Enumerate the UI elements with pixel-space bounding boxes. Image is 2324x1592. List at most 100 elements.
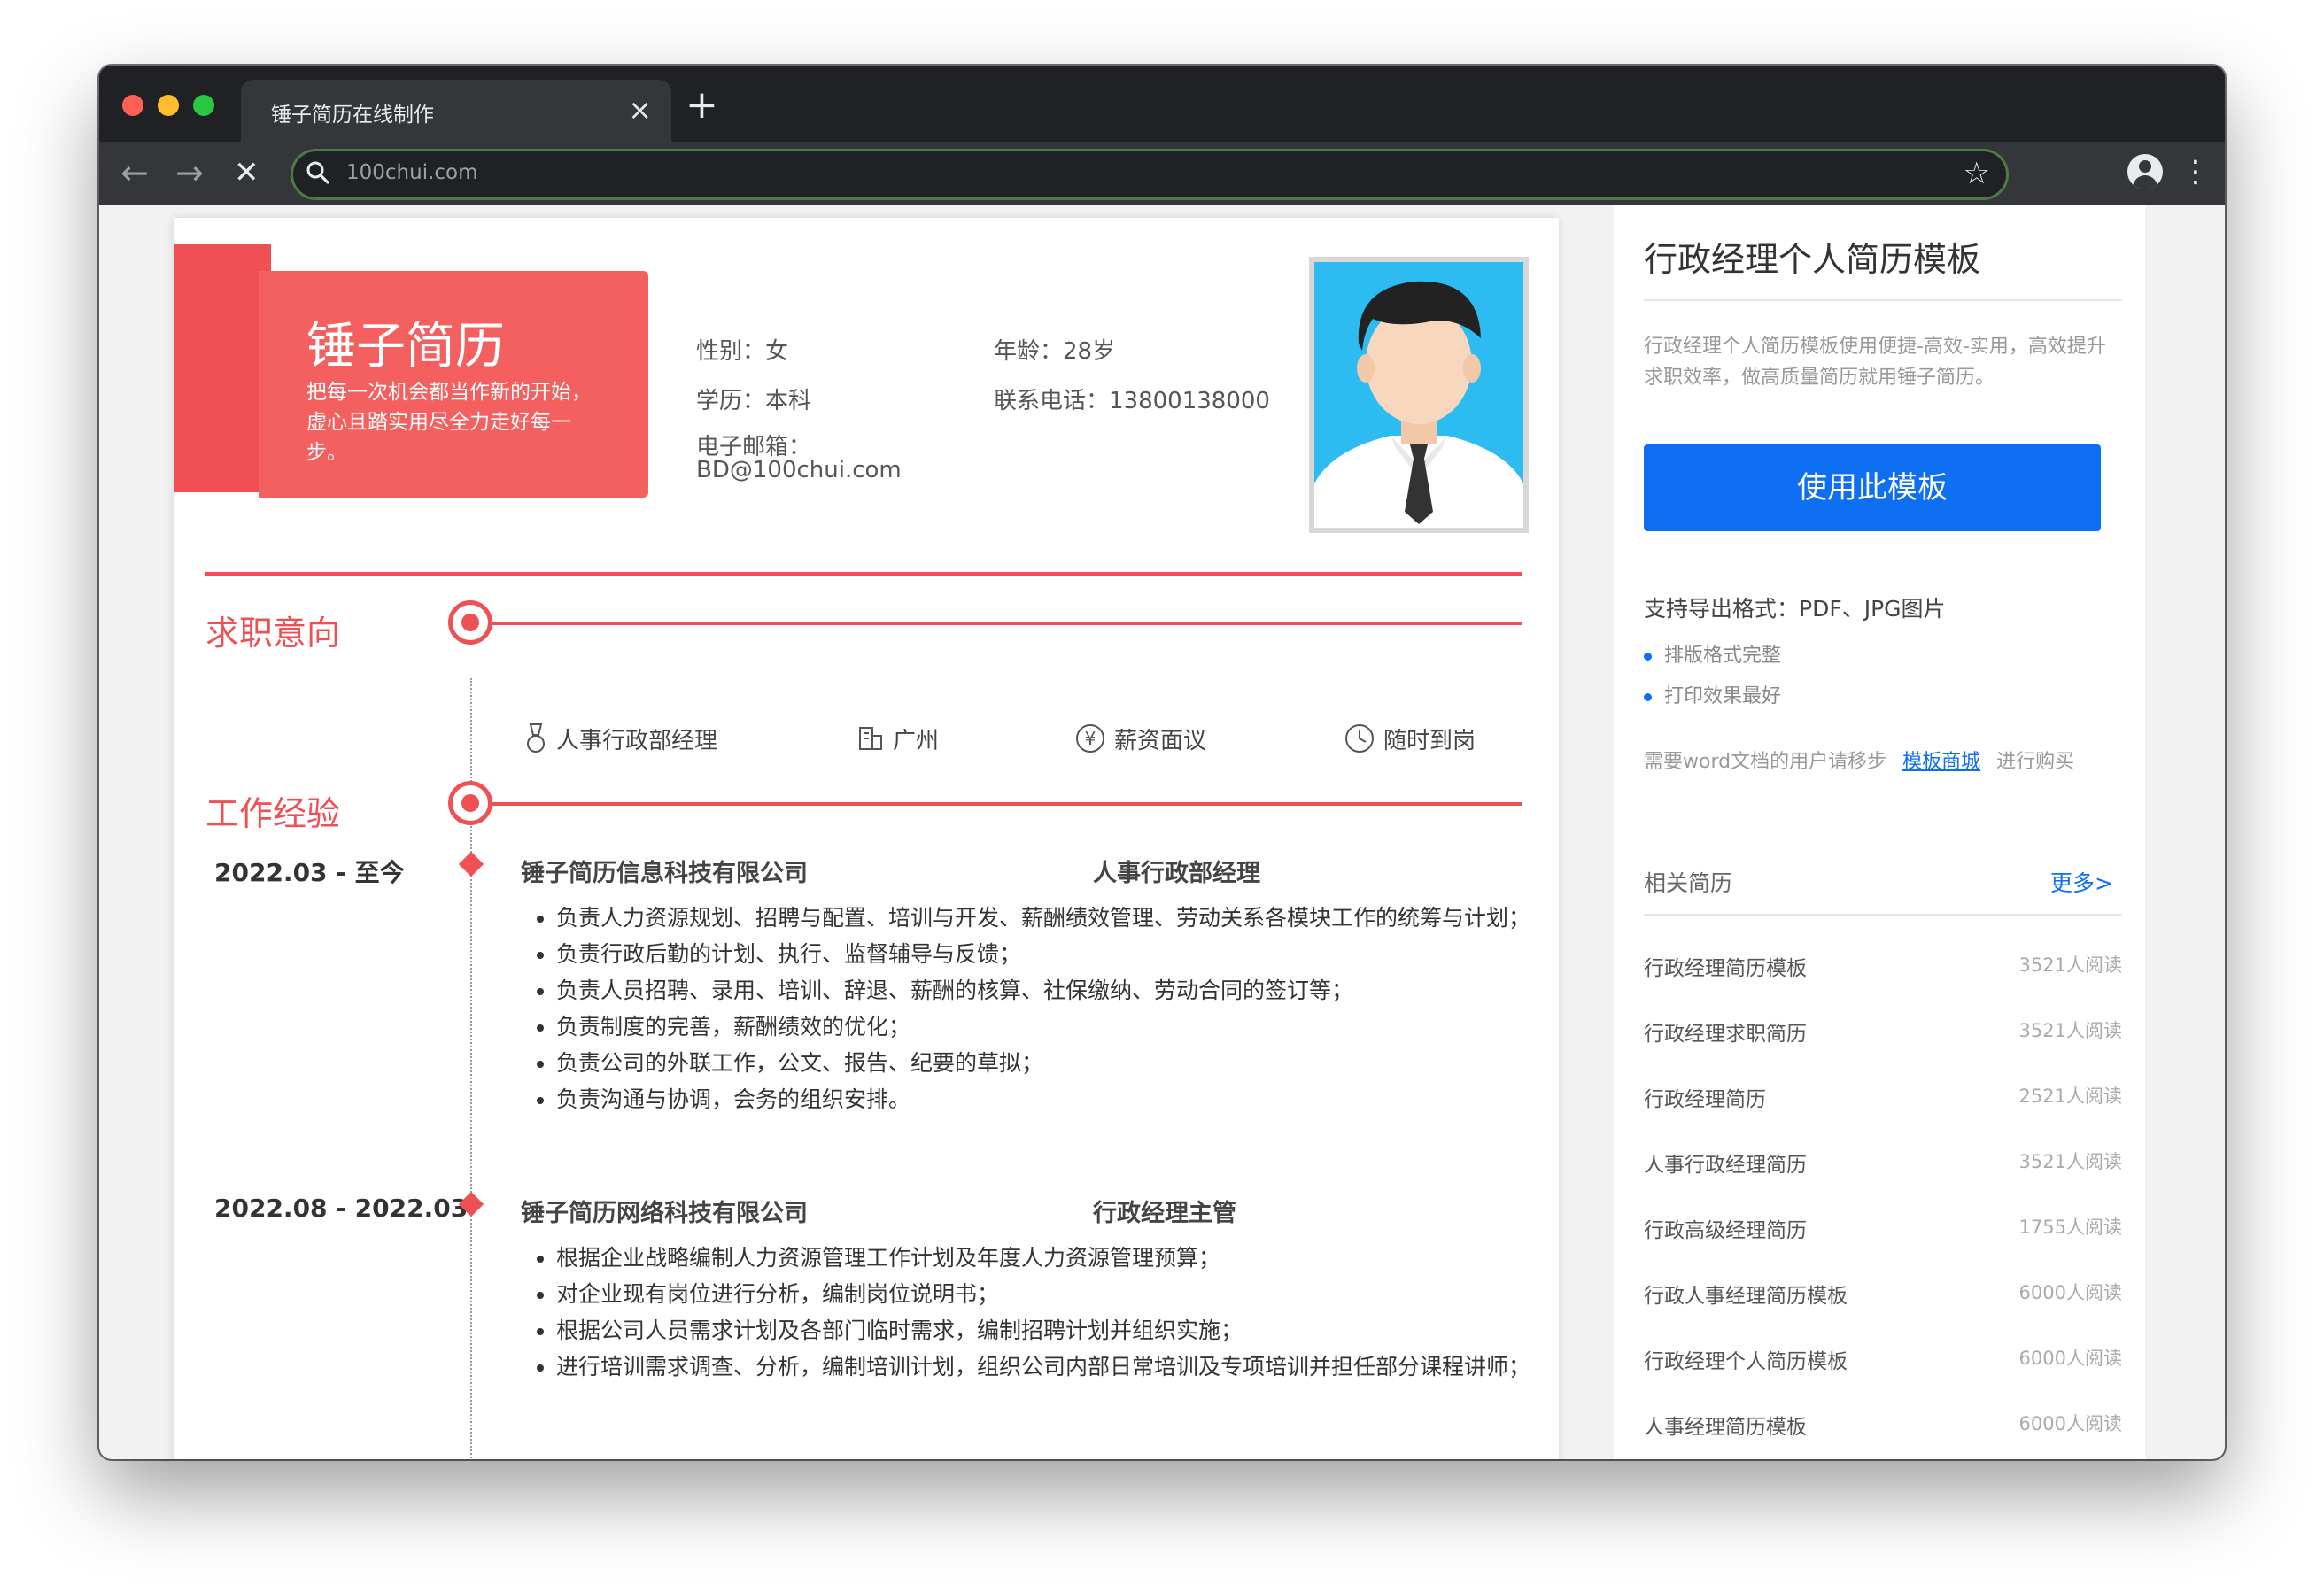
related-item-name[interactable]: 行政人事经理简历模板	[1644, 1279, 1848, 1309]
experience-date: 2022.03 - 至今	[214, 858, 405, 887]
related-item-name[interactable]: 行政高级经理简历	[1644, 1213, 1807, 1243]
word-note-post: 进行购买	[1996, 751, 2075, 773]
more-link[interactable]: 更多>	[2050, 866, 2113, 898]
browser-tab[interactable]: 锤子简历在线制作 ×	[241, 80, 671, 142]
browser-window: 锤子简历在线制作 × + ← → ✕ 100chui.com ☆ ⋮ 锤子简历 …	[99, 66, 2225, 1459]
template-title: 行政经理个人简历模板	[1644, 240, 1981, 279]
feature-item: 打印效果最好	[1644, 680, 1781, 708]
related-item-count: 3521人阅读	[2018, 1151, 2122, 1172]
intent-city: 广州	[857, 723, 939, 758]
duty-item: 进行培训需求调查、分析，编制培训计划，组织公司内部日常培训及专项培训并担任部分课…	[556, 1349, 1541, 1385]
header-divider	[205, 572, 1522, 576]
experience-role: 人事行政部经理	[1093, 860, 1260, 887]
experience-date: 2022.08 - 2022.03	[214, 1194, 469, 1223]
info-email: BD@100chui.com	[696, 457, 902, 483]
stop-loading-icon[interactable]: ✕	[234, 151, 260, 195]
intent-position: 人事行政部经理	[524, 723, 717, 761]
related-item-name[interactable]: 行政经理个人简历模板	[1644, 1344, 1848, 1374]
svg-text:¥: ¥	[1085, 728, 1096, 749]
diamond-icon	[458, 851, 484, 877]
related-item-name[interactable]: 行政经理简历	[1644, 1082, 1766, 1112]
intent-availability-label: 随时到岗	[1383, 728, 1476, 754]
duty-item: 负责公司的外联工作，公文、报告、纪要的草拟；	[556, 1045, 1541, 1081]
address-bar[interactable]: 100chui.com ☆	[290, 149, 2009, 200]
profile-photo	[1309, 257, 1529, 533]
duty-item: 负责人员招聘、录用、培训、辞退、薪酬的核算、社保缴纳、劳动合同的签订等；	[556, 972, 1541, 1009]
related-item[interactable]: 行政经理求职简历 3521人阅读	[1644, 1016, 2122, 1052]
duty-item: 根据公司人员需求计划及各部门临时需求，编制招聘计划并组织实施；	[556, 1312, 1541, 1349]
related-item[interactable]: 行政经理个人简历模板 6000人阅读	[1644, 1344, 2122, 1379]
use-template-button[interactable]: 使用此模板	[1644, 444, 2101, 531]
bullet-dot-icon	[1644, 652, 1652, 661]
section-title-intent: 求职意向	[205, 614, 341, 653]
bookmark-star-icon[interactable]: ☆	[1964, 155, 1990, 192]
tab-close-icon[interactable]: ×	[628, 92, 652, 128]
search-icon	[306, 160, 330, 189]
header-ribbon-back	[174, 244, 271, 492]
resume-brand: 锤子简历	[306, 318, 505, 375]
template-description: 行政经理个人简历模板使用便捷-高效-实用，高效提升求职效率，做高质量简历就用锤子…	[1644, 336, 2106, 389]
related-item[interactable]: 行政经理简历模板 3521人阅读	[1644, 951, 2122, 986]
tab-bar: 锤子简历在线制作 × +	[99, 66, 2225, 142]
related-item[interactable]: 行政经理简历 2521人阅读	[1644, 1082, 2122, 1117]
intent-availability: 随时到岗	[1344, 723, 1476, 760]
intent-salary-label: 薪资面议	[1114, 728, 1207, 754]
close-window-button[interactable]	[122, 95, 143, 116]
related-item-count: 3521人阅读	[2018, 954, 2122, 976]
info-phone: 联系电话：13800138000	[994, 388, 1270, 414]
related-item-count: 6000人阅读	[2018, 1282, 2122, 1303]
feature-label: 排版格式完整	[1664, 645, 1782, 667]
clock-icon	[1344, 723, 1375, 760]
page-content: 锤子简历 把每一次机会都当作新的开始，虚心且踏实用尽全力走好每一步。 性别：女 …	[99, 205, 2225, 1459]
duty-item: 负责人力资源规划、招聘与配置、培训与开发、薪酬绩效管理、劳动关系各模块工作的统筹…	[556, 900, 1541, 936]
section-line-intent	[492, 622, 1522, 625]
word-note-pre: 需要word文档的用户请移步	[1644, 751, 1887, 773]
word-doc-note: 需要word文档的用户请移步 模板商城 进行购买	[1644, 746, 2074, 774]
related-item-count: 6000人阅读	[2018, 1413, 2122, 1434]
resume-slogan: 把每一次机会都当作新的开始，虚心且踏实用尽全力走好每一步。	[306, 381, 592, 464]
resume-preview: 锤子简历 把每一次机会都当作新的开始，虚心且踏实用尽全力走好每一步。 性别：女 …	[174, 218, 1559, 1459]
duty-item: 负责行政后勤的计划、执行、监督辅导与反馈；	[556, 936, 1541, 972]
account-icon[interactable]	[2127, 154, 2163, 189]
maximize-window-button[interactable]	[193, 95, 214, 116]
related-item-count: 1755人阅读	[2018, 1217, 2122, 1238]
info-age: 年龄：28岁	[994, 338, 1116, 365]
related-item-name[interactable]: 人事经理简历模板	[1644, 1410, 1807, 1440]
building-icon	[857, 725, 884, 758]
template-mall-link[interactable]: 模板商城	[1902, 751, 1980, 773]
forward-arrow-icon[interactable]: →	[175, 151, 204, 195]
info-gender: 性别：女	[696, 338, 789, 365]
sidebar-divider	[1644, 299, 2122, 301]
duty-item: 根据企业战略编制人力资源管理工作计划及年度人力资源管理预算；	[556, 1240, 1541, 1276]
intent-salary: ¥ 薪资面议	[1075, 723, 1206, 760]
experience-duties: 根据企业战略编制人力资源管理工作计划及年度人力资源管理预算； 对企业现有岗位进行…	[521, 1240, 1541, 1385]
related-item-name[interactable]: 行政经理求职简历	[1644, 1016, 1807, 1047]
experience-duties: 负责人力资源规划、招聘与配置、培训与开发、薪酬绩效管理、劳动关系各模块工作的统筹…	[521, 900, 1541, 1117]
experience-company: 锤子简历信息科技有限公司	[521, 860, 808, 887]
bullet-dot-icon	[1644, 692, 1652, 701]
related-item[interactable]: 行政高级经理简历 1755人阅读	[1644, 1213, 2122, 1248]
template-sidebar: 行政经理个人简历模板 行政经理个人简历模板使用便捷-高效-实用，高效提升求职效率…	[1614, 205, 2145, 1459]
duty-item: 负责制度的完善，薪酬绩效的优化；	[556, 1009, 1541, 1045]
minimize-window-button[interactable]	[158, 95, 179, 116]
medal-icon	[524, 723, 547, 761]
url-text[interactable]: 100chui.com	[346, 161, 478, 184]
related-item-name[interactable]: 行政经理简历模板	[1644, 951, 1807, 981]
related-item-count: 2521人阅读	[2018, 1086, 2122, 1107]
info-education: 学历：本科	[696, 388, 812, 414]
related-item[interactable]: 行政人事经理简历模板 6000人阅读	[1644, 1279, 2122, 1314]
target-icon	[448, 600, 492, 645]
related-item-name[interactable]: 人事行政经理简历	[1644, 1148, 1807, 1178]
yuan-icon: ¥	[1075, 723, 1105, 760]
related-item[interactable]: 人事经理简历模板 6000人阅读	[1644, 1410, 2122, 1445]
section-line-experience	[492, 802, 1522, 806]
experience-company: 锤子简历网络科技有限公司	[521, 1200, 808, 1227]
related-item[interactable]: 人事行政经理简历 3521人阅读	[1644, 1148, 2122, 1183]
new-tab-button[interactable]: +	[686, 83, 718, 128]
menu-kebab-icon[interactable]: ⋮	[2181, 149, 2211, 195]
export-formats: 支持导出格式：PDF、JPG图片	[1644, 596, 1946, 622]
browser-toolbar: ← → ✕ 100chui.com ☆ ⋮	[99, 142, 2225, 205]
back-arrow-icon[interactable]: ←	[120, 151, 149, 195]
feature-item: 排版格式完整	[1644, 639, 1781, 668]
related-item-count: 3521人阅读	[2018, 1020, 2122, 1041]
